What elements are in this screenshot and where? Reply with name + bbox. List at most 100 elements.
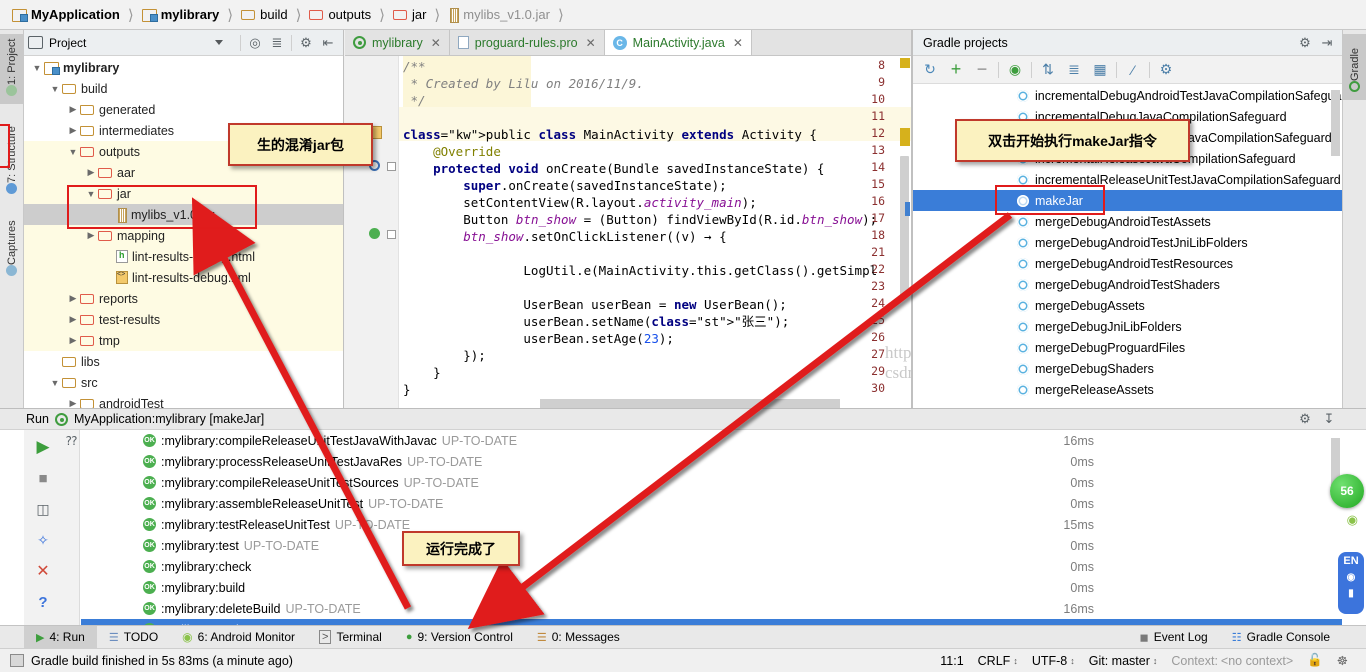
- settings-icon[interactable]: ⚙: [1294, 32, 1316, 54]
- collapse-all-icon[interactable]: ≣: [266, 32, 288, 54]
- gradle-task-item[interactable]: mergeDebugProguardFiles: [913, 337, 1342, 358]
- close-icon[interactable]: ✕: [586, 36, 596, 50]
- gradle-task-item[interactable]: incrementalDebugAndroidTestJavaCompilati…: [913, 85, 1342, 106]
- chevron-down-icon[interactable]: ▼: [66, 147, 80, 157]
- chevron-right-icon[interactable]: ▶: [66, 398, 80, 408]
- editor-hscrollbar[interactable]: [540, 399, 840, 408]
- bottom-tab-todo[interactable]: ☰ TODO: [97, 626, 170, 649]
- tree-item[interactable]: ▶ reports: [24, 288, 343, 309]
- bottom-tab-version-control[interactable]: ● 9: Version Control: [394, 626, 525, 649]
- tree-item[interactable]: ▼ src: [24, 372, 343, 393]
- tree-item[interactable]: ▶ generated: [24, 99, 343, 120]
- tab-mainactivity[interactable]: C MainActivity.java ✕: [604, 30, 752, 55]
- rerun-icon[interactable]: ▶: [29, 433, 57, 461]
- caret-position[interactable]: 11:1: [940, 654, 963, 668]
- settings-icon[interactable]: ⚙: [295, 32, 317, 54]
- chevron-right-icon[interactable]: ▶: [84, 167, 98, 178]
- project-tree[interactable]: ▼ mylibrary ▼ build ▶ generated ▶ intermediates…: [24, 57, 343, 408]
- fold-minus-icon[interactable]: [387, 162, 396, 171]
- gradle-task-item[interactable]: makeJar: [913, 190, 1342, 211]
- hide-icon[interactable]: ⇥: [1316, 32, 1338, 54]
- breadcrumb-item-jarfile[interactable]: mylibs_v1.0.jar: [446, 0, 552, 30]
- module-view-icon[interactable]: ▦: [1087, 58, 1113, 82]
- sidebar-item-captures[interactable]: Captures: [0, 212, 24, 284]
- run-output-row[interactable]: OK:mylibrary:processReleaseUnitTestJavaR…: [81, 451, 1342, 472]
- bottom-tab-messages[interactable]: ☰ 0: Messages: [525, 626, 632, 649]
- fold-plus-icon[interactable]: [387, 230, 396, 239]
- tab-mylibrary[interactable]: mylibrary ✕: [345, 30, 450, 55]
- encoding-selector[interactable]: UTF-8 ↕: [1032, 654, 1075, 668]
- tree-item[interactable]: lint-results-debug.xml: [24, 267, 343, 288]
- bottom-tab-event-log[interactable]: ◼ Event Log: [1128, 626, 1220, 649]
- toggle-tasks-icon[interactable]: ◫: [29, 495, 57, 523]
- gradle-task-item[interactable]: mergeDebugAndroidTestResources: [913, 253, 1342, 274]
- close-icon[interactable]: ✕: [29, 557, 57, 585]
- stop-icon[interactable]: ■: [29, 464, 57, 492]
- gradle-task-item[interactable]: mergeDebugShaders: [913, 358, 1342, 379]
- ime-indicator[interactable]: EN ◉ ▮: [1338, 552, 1364, 614]
- chevron-down-icon[interactable]: ▼: [48, 378, 62, 388]
- expand-all-icon[interactable]: ⇅: [1035, 58, 1061, 82]
- lambda-marker-icon[interactable]: [369, 228, 380, 239]
- gradle-task-item[interactable]: mergeDebugAndroidTestAssets: [913, 211, 1342, 232]
- bottom-tab-android-monitor[interactable]: ◉ 6: Android Monitor: [170, 626, 307, 649]
- settings-icon[interactable]: ⚙: [1294, 408, 1316, 430]
- run-output-row[interactable]: OK:mylibrary:test UP-TO-DATE 0ms: [81, 535, 1342, 556]
- gradle-task-item[interactable]: incrementalReleaseUnitTestJavaCompilatio…: [913, 169, 1342, 190]
- run-output-list[interactable]: OK:mylibrary:compileReleaseUnitTestJavaW…: [81, 430, 1342, 625]
- vcs-branch-selector[interactable]: Git: master ↕: [1089, 654, 1158, 668]
- tree-item[interactable]: lint-results-debug.html: [24, 246, 343, 267]
- tree-item[interactable]: libs: [24, 351, 343, 372]
- run-output-row[interactable]: OK:mylibrary:build 0ms: [81, 577, 1342, 598]
- gradle-task-item[interactable]: mergeDebugAndroidTestShaders: [913, 274, 1342, 295]
- wrap-icon[interactable]: ⁇: [66, 434, 77, 448]
- warning-stripe[interactable]: [900, 58, 910, 68]
- tree-item[interactable]: ▶ tmp: [24, 330, 343, 351]
- run-output-row[interactable]: OK:mylibrary:assembleReleaseUnitTest UP-T…: [81, 493, 1342, 514]
- gradle-task-item[interactable]: mergeDebugJniLibFolders: [913, 316, 1342, 337]
- hide-icon[interactable]: ⇤: [317, 32, 339, 54]
- breadcrumb-item-outputs[interactable]: outputs: [307, 0, 373, 30]
- bottom-tab-terminal[interactable]: > Terminal: [307, 626, 394, 649]
- chevron-down-icon[interactable]: [215, 40, 223, 45]
- chevron-down-icon[interactable]: ▼: [48, 84, 62, 94]
- run-output-row[interactable]: OK:mylibrary:compileReleaseUnitTestJavaW…: [81, 430, 1342, 451]
- remove-icon[interactable]: −: [969, 58, 995, 82]
- chevron-right-icon[interactable]: ▶: [66, 335, 80, 346]
- sidebar-item-project[interactable]: 1: Project: [0, 34, 24, 104]
- tree-item[interactable]: ▶ test-results: [24, 309, 343, 330]
- tab-proguard-rules[interactable]: proguard-rules.pro ✕: [449, 30, 605, 55]
- tree-item[interactable]: ▼ mylibrary: [24, 57, 343, 78]
- gradle-task-item[interactable]: mergeReleaseAssets: [913, 379, 1342, 400]
- add-icon[interactable]: +: [943, 58, 969, 82]
- close-icon[interactable]: ✕: [733, 36, 743, 50]
- chevron-right-icon[interactable]: ▶: [66, 293, 80, 304]
- collapse-all-icon[interactable]: ≣: [1061, 58, 1087, 82]
- warning-stripe-2[interactable]: [900, 128, 910, 146]
- execute-icon[interactable]: ◉: [1002, 58, 1028, 82]
- editor-scrollbar[interactable]: [900, 156, 909, 296]
- run-output-row[interactable]: OK:mylibrary:deleteBuild UP-TO-DATE 16ms: [81, 598, 1342, 619]
- breadcrumb-item-build[interactable]: build: [239, 0, 289, 30]
- chevron-right-icon[interactable]: ▶: [84, 230, 98, 241]
- gradle-task-item[interactable]: mergeDebugAssets: [913, 295, 1342, 316]
- change-stripe[interactable]: [905, 202, 910, 216]
- locate-icon[interactable]: ◎: [244, 32, 266, 54]
- tree-item[interactable]: ▶ androidTest: [24, 393, 343, 408]
- bottom-tab-run[interactable]: ▶ 4: Run: [24, 625, 97, 649]
- breadcrumb-item-jar[interactable]: jar: [391, 0, 428, 30]
- chevron-right-icon[interactable]: ▶: [66, 104, 80, 115]
- chevron-down-icon[interactable]: ▼: [30, 63, 44, 73]
- notification-icon[interactable]: [10, 654, 24, 667]
- tree-item[interactable]: ▼ build: [24, 78, 343, 99]
- gradle-scrollbar[interactable]: [1331, 90, 1340, 156]
- chevron-right-icon[interactable]: ▶: [66, 125, 80, 136]
- run-output-row[interactable]: OK:mylibrary:testReleaseUnitTest UP-TO-DA…: [81, 514, 1342, 535]
- close-icon[interactable]: ✕: [431, 36, 441, 50]
- breadcrumb-item-mylibrary[interactable]: mylibrary: [140, 0, 222, 30]
- pin-tab-icon[interactable]: ✧: [29, 526, 57, 554]
- bottom-tab-gradle-console[interactable]: ☷ Gradle Console: [1220, 626, 1342, 649]
- sidebar-item-gradle[interactable]: Gradle: [1343, 34, 1366, 100]
- chevron-right-icon[interactable]: ▶: [66, 314, 80, 325]
- toggle-offline-icon[interactable]: ⁄: [1120, 58, 1146, 82]
